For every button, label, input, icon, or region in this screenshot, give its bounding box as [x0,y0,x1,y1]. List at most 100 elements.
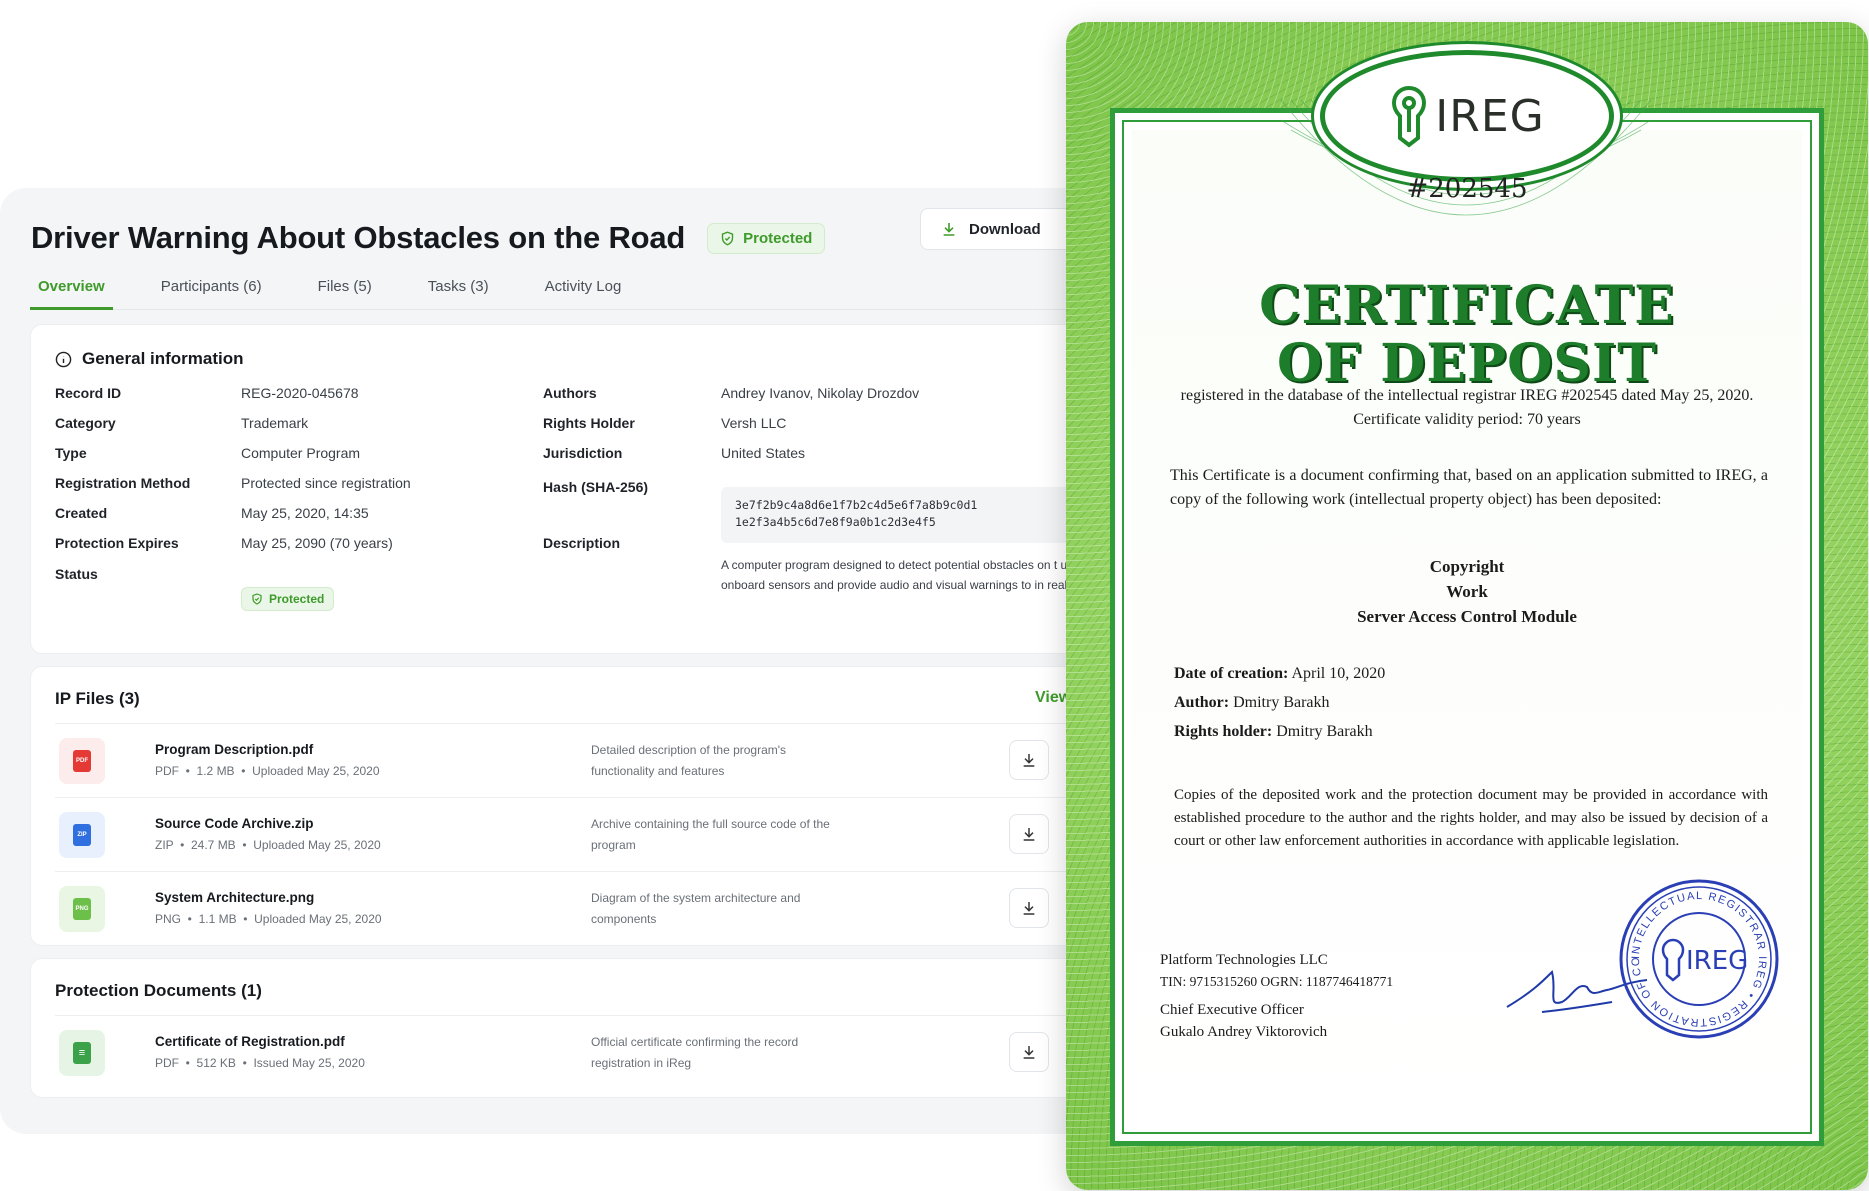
ireg-seal: INTELLECTUAL REGISTRAR IREG • REGISTRATI… [1618,878,1779,1039]
file-size: 512 KB [196,1056,236,1070]
file-icon-tile: ZIP [59,812,105,858]
ireg-logo: IREG [1320,50,1614,182]
file-name: Program Description.pdf [155,742,314,757]
value-registration-method: Protected since registration [241,475,411,491]
tab-activity-log[interactable]: Activity Log [537,268,630,310]
file-icon-tile: PNG [59,886,105,932]
file-download-button[interactable] [1009,740,1049,780]
download-icon [1023,828,1035,841]
file-name: Certificate of Registration.pdf [155,1034,345,1049]
file-meta: ZIP • 24.7 MB • Uploaded May 25, 2020 [155,838,381,852]
hash-line-1: 3e7f2b9c4a8d6e1f7b2c4d5e6f7a8b9c0d1 [735,498,978,512]
certificate-subtitle: registered in the database of the intell… [1180,387,1754,428]
label-category: Category [55,415,116,431]
tab-bar: Overview Participants (6) Files (5) Task… [30,268,1120,310]
shield-check-icon [721,231,734,246]
value-protection-expires: May 25, 2090 (70 years) [241,535,393,551]
logo-text: IREG [1435,90,1545,142]
label-description: Description [543,535,621,551]
file-type: PDF [155,764,179,778]
certificate-signatory: Platform Technologies LLC TIN: 971531526… [1160,949,1393,1043]
certificate-title-line-1: CERTIFICATE [1259,275,1675,336]
label-type: Type [55,445,87,461]
document-file-icon: ≡ [73,1042,91,1064]
file-description: Archive containing the full source code … [591,817,830,852]
file-size: 1.1 MB [198,912,237,926]
hash-line-2: 1e2f3a4b5c6d7e8f9a0b1c2d3e4f5 [735,515,936,529]
author-value: Dmitry Barakh [1233,694,1330,711]
status-badge: Protected [707,222,826,254]
hash-value[interactable]: 3e7f2b9c4a8d6e1f7b2c4d5e6f7a8b9c0d1 1e2f… [721,487,1120,543]
tab-files[interactable]: Files (5) [310,268,380,310]
protection-documents-list: ≡ Certificate of Registration.pdf PDF • … [55,1015,1119,1089]
file-row[interactable]: PDF Program Description.pdf PDF • 1.2 MB… [55,723,1119,797]
label-created: Created [55,505,108,521]
status-pill: Protected [241,587,335,611]
value-jurisdiction: United States [721,445,806,461]
value-created: May 25, 2020, 14:35 [241,505,369,521]
file-type: ZIP [155,838,174,852]
file-icon-tile: PDF [59,738,105,784]
certificate-paragraph-2: Copies of the deposited work and the pro… [1174,787,1768,849]
company-ids: TIN: 9715315260 OGRN: 1187746418771 [1160,974,1394,989]
download-icon [1023,754,1035,767]
general-information-heading: General information [55,349,244,369]
tab-tasks[interactable]: Tasks (3) [420,268,497,310]
label-hash: Hash (SHA-256) [543,479,649,495]
date-label: Date of creation: [1174,665,1289,682]
file-type: PNG [155,912,182,926]
download-button-label: Download [969,220,1041,238]
certificate-number: #202545 [1406,174,1528,204]
file-meta: PDF • 1.2 MB • Uploaded May 25, 2020 [155,764,380,778]
signer-name: Gukalo Andrey Viktorovich [1160,1024,1328,1040]
download-icon [943,223,955,236]
document-row[interactable]: ≡ Certificate of Registration.pdf PDF • … [55,1015,1119,1089]
file-size: 24.7 MB [191,838,236,852]
seal-logo-text: IREG [1686,946,1748,976]
zip-file-icon: ZIP [73,824,91,846]
shield-check-icon [252,593,262,605]
work-type: Copyright [1429,557,1505,576]
work-kind: Work [1446,582,1488,601]
value-rights-holder: Versh LLC [721,415,787,431]
tab-overview[interactable]: Overview [30,268,113,310]
info-icon [55,351,72,367]
file-size: 1.2 MB [196,764,235,778]
file-download-button[interactable] [1009,814,1049,854]
value-authors: Andrey Ivanov, Nikolay Drozdov [721,385,920,401]
ip-files-list: PDF Program Description.pdf PDF • 1.2 MB… [55,723,1119,945]
page-title: Driver Warning About Obstacles on the Ro… [31,220,686,255]
file-name: Source Code Archive.zip [155,816,314,831]
file-date: Uploaded May 25, 2020 [253,838,381,852]
file-row[interactable]: ZIP Source Code Archive.zip ZIP • 24.7 M… [55,797,1119,871]
download-icon [1023,1046,1035,1059]
file-download-button[interactable] [1009,1032,1049,1072]
certificate-work: Copyright Work Server Access Control Mod… [1066,554,1868,629]
file-meta: PNG • 1.1 MB • Uploaded May 25, 2020 [155,912,382,926]
label-registration-method: Registration Method [55,475,191,491]
signer-role: Chief Executive Officer [1160,1002,1304,1018]
protection-documents-title: Protection Documents (1) [55,981,262,1000]
holder-value: Dmitry Barakh [1276,723,1373,740]
file-download-button[interactable] [1009,888,1049,928]
protection-documents-card: Protection Documents (1) ≡ Certificate o… [30,958,1120,1098]
label-status: Status [55,566,98,582]
label-record-id: Record ID [55,385,122,401]
value-type: Computer Program [241,445,361,461]
value-category: Trademark [241,415,309,431]
record-panel: Driver Warning About Obstacles on the Ro… [0,188,1120,1134]
file-description: Diagram of the system architecture and c… [591,891,801,926]
file-date: Uploaded May 25, 2020 [252,764,380,778]
work-title: Server Access Control Module [1357,607,1577,626]
file-date: Uploaded May 25, 2020 [254,912,382,926]
date-value: April 10, 2020 [1291,665,1386,682]
value-record-id: REG-2020-045678 [241,385,359,401]
company-name: Platform Technologies LLC [1160,952,1328,968]
file-row[interactable]: PNG System Architecture.png PNG • 1.1 MB… [55,871,1119,945]
certificate-title: CERTIFICATE OF DEPOSIT [1066,277,1868,393]
download-icon [1023,902,1035,915]
value-description: A computer program designed to detect po… [721,558,1097,592]
tab-participants[interactable]: Participants (6) [153,268,270,310]
label-jurisdiction: Jurisdiction [543,445,623,461]
certificate-facts: Date of creation: April 10, 2020 Author:… [1174,659,1385,746]
